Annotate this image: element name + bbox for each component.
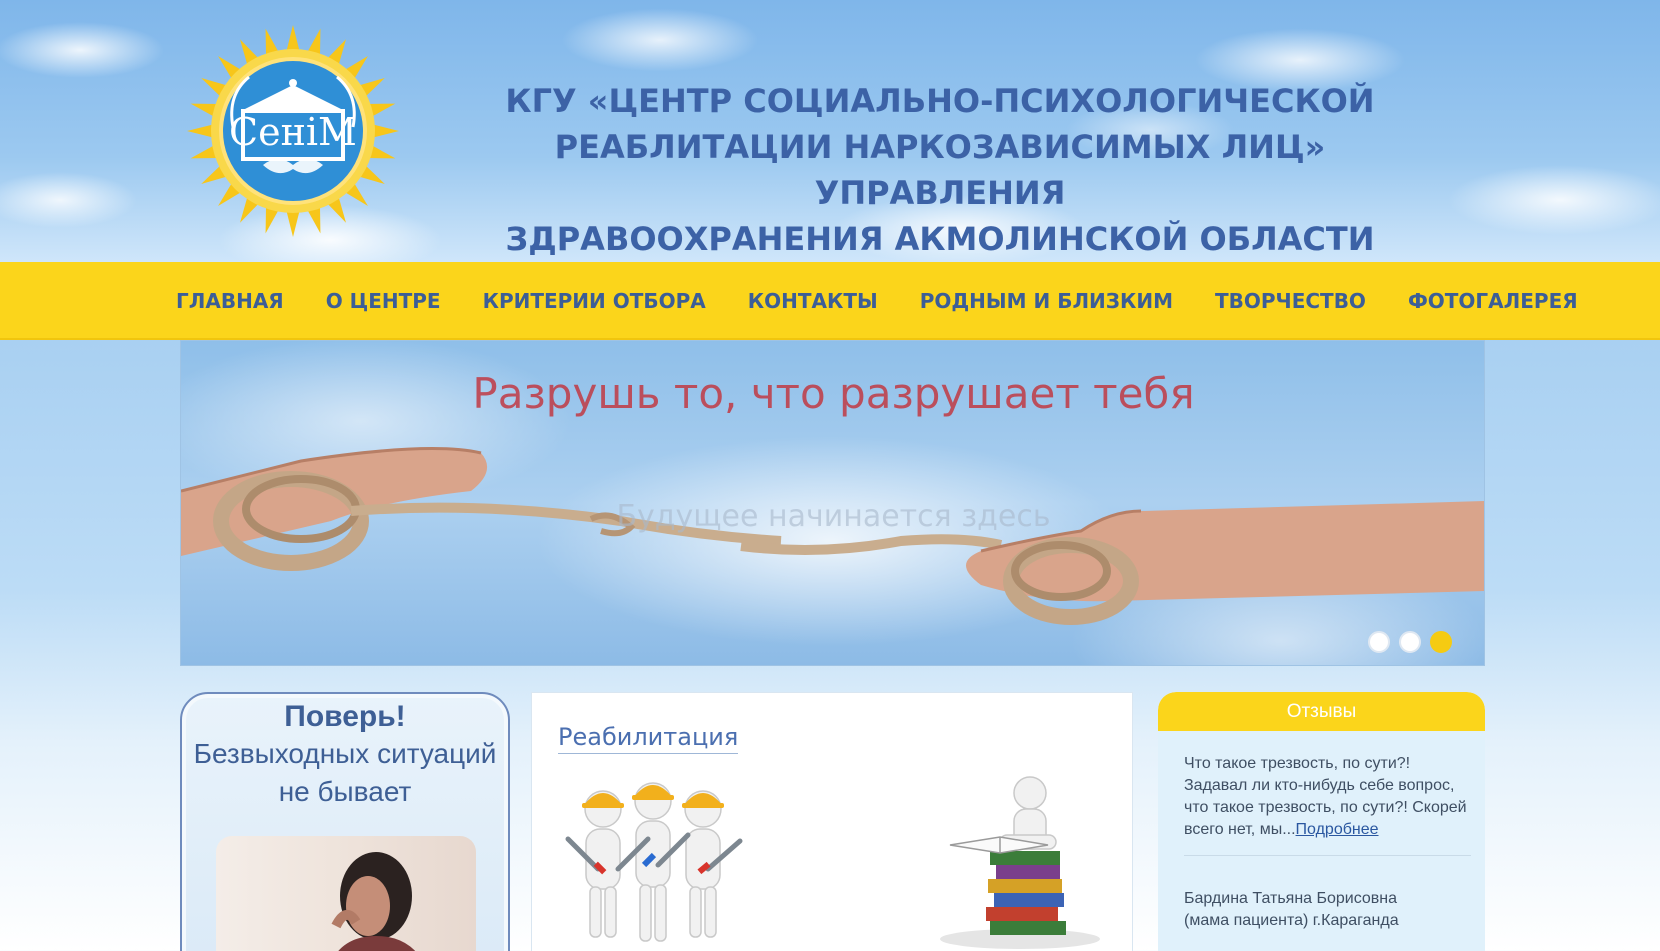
review-divider: [1184, 855, 1471, 856]
senim-logo[interactable]: СеніМ: [186, 24, 400, 238]
site-title-line: КГУ «ЦЕНТР СОЦИАЛЬНО-ПСИХОЛОГИЧЕСКОЙ: [505, 82, 1375, 120]
site-title: КГУ «ЦЕНТР СОЦИАЛЬНО-ПСИХОЛОГИЧЕСКОЙ РЕА…: [440, 78, 1440, 262]
reviewer-name: Бардина Татьяна Борисовна (мама пациента…: [1184, 888, 1471, 932]
slider-dot-1[interactable]: [1368, 631, 1390, 653]
logo-text: СеніМ: [229, 110, 357, 154]
reviewer-line: Бардина Татьяна Борисовна: [1184, 890, 1398, 907]
main-nav: ГЛАВНАЯ О ЦЕНТРЕ КРИТЕРИИ ОТБОРА КОНТАКТ…: [0, 262, 1660, 340]
promo-heading: Поверь!: [284, 700, 406, 733]
slide-subcaption: Будущее начинается здесь: [616, 499, 1051, 534]
slider-dot-2[interactable]: [1399, 631, 1421, 653]
promo-line: не бывает: [278, 776, 412, 807]
reviewer-line: (мама пациента) г.Караганда: [1184, 912, 1399, 929]
review-excerpt: Что такое трезвость, по сути?! Задавал л…: [1184, 753, 1471, 841]
nav-item-about[interactable]: О ЦЕНТРЕ: [326, 289, 441, 313]
nav-item-creativity[interactable]: ТВОРЧЕСТВО: [1215, 289, 1366, 313]
reviews-heading: Отзывы: [1158, 692, 1485, 731]
promo-panel: Поверь! Безвыходных ситуаций не бывает: [180, 692, 510, 951]
slider-dots: [1368, 631, 1452, 653]
promo-photo-woman: [216, 836, 476, 951]
slide-caption: Разрушь то, что разрушает тебя: [472, 369, 1195, 418]
site-title-line: РЕАБЛИТАЦИИ НАРКОЗАВИСИМЫХ ЛИЦ» УПРАВЛЕН…: [554, 128, 1326, 212]
nav-item-relatives[interactable]: РОДНЫМ И БЛИЗКИМ: [920, 289, 1173, 313]
reader-on-books-illustration: [940, 776, 1100, 949]
nav-item-home[interactable]: ГЛАВНАЯ: [176, 289, 284, 313]
reviews-panel: Отзывы Что такое трезвость, по сути?! За…: [1158, 692, 1485, 951]
content-title-link[interactable]: Реабилитация: [558, 723, 739, 754]
nav-item-contacts[interactable]: КОНТАКТЫ: [748, 289, 878, 313]
nav-item-gallery[interactable]: ФОТОГАЛЕРЕЯ: [1408, 289, 1578, 313]
slider-dot-3-active[interactable]: [1430, 631, 1452, 653]
hero-slider[interactable]: Разрушь то, что разрушает тебя Будущее н…: [180, 340, 1485, 666]
site-title-line: ЗДРАВООХРАНЕНИЯ АКМОЛИНСКОЙ ОБЛАСТИ: [505, 220, 1375, 258]
read-more-link[interactable]: Подробнее: [1296, 821, 1379, 838]
nav-item-criteria[interactable]: КРИТЕРИИ ОТБОРА: [483, 289, 706, 313]
content-panel: Реабилитация: [531, 692, 1133, 951]
site-header: СеніМ КГУ «ЦЕНТР СОЦИАЛЬНО-ПСИХОЛОГИЧЕСК…: [0, 0, 1660, 262]
promo-line: Безвыходных ситуаций: [193, 738, 497, 769]
workers-illustration: [565, 782, 743, 942]
